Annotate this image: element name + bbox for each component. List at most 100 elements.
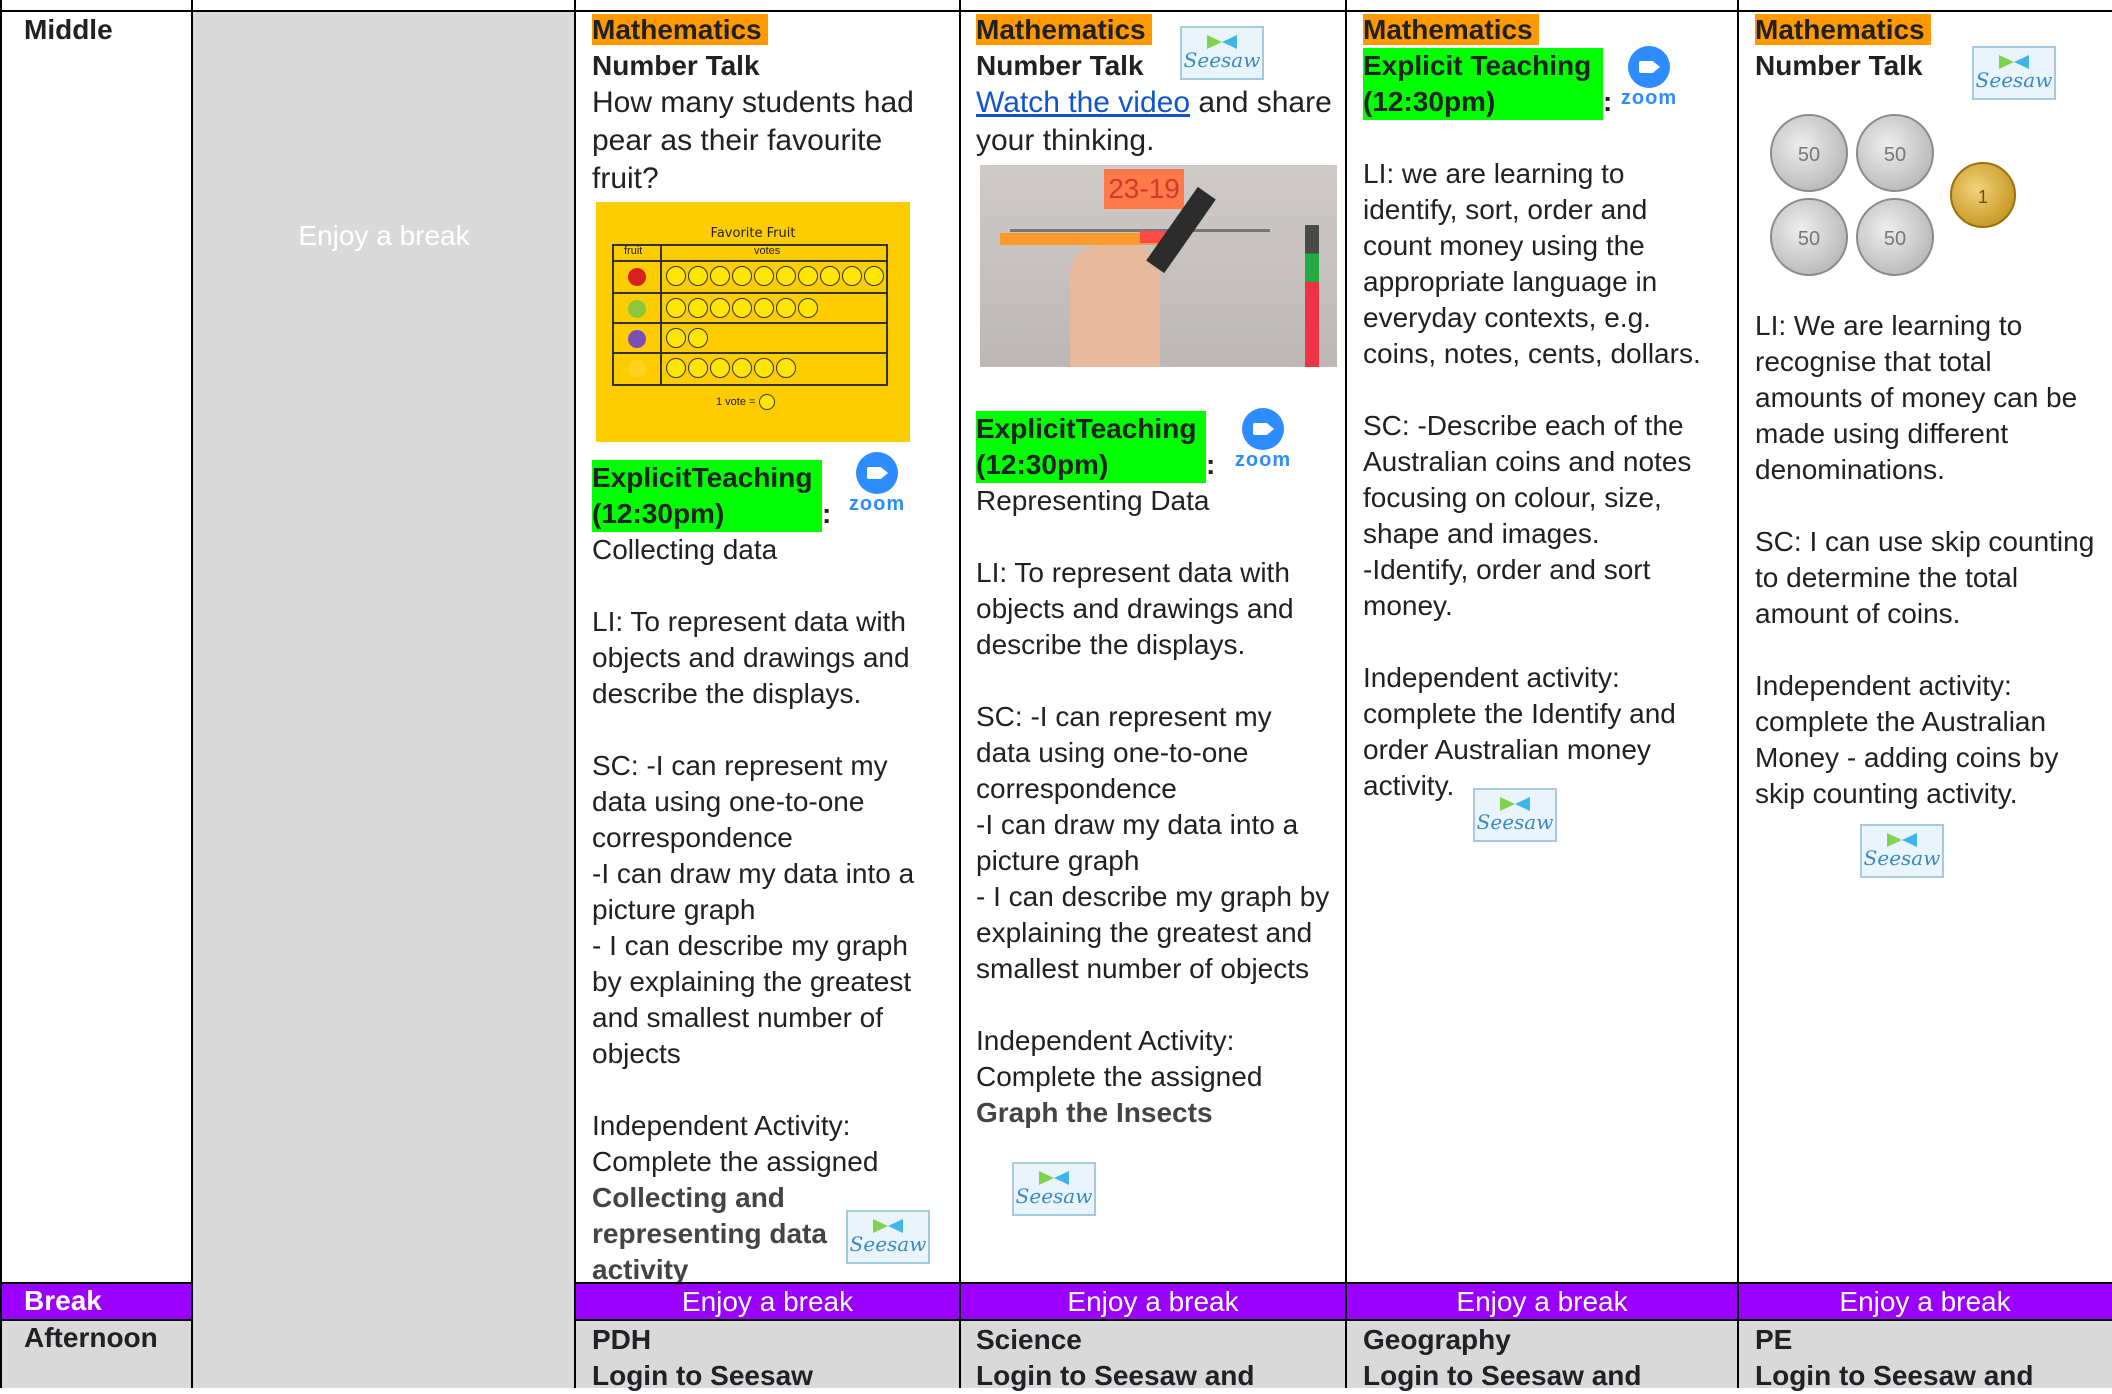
vote-smiley-icon	[820, 266, 840, 286]
chart-col-fruit: fruit	[624, 245, 643, 257]
break-text-thursday: Enjoy a break	[1839, 1286, 2011, 1317]
grid-line	[575, 1319, 2112, 1321]
tuesday-activity-name: Graph the Insects	[976, 1097, 1213, 1128]
coins-illustration: 50 50 50 50 1	[1770, 110, 2030, 290]
grey-column	[193, 10, 575, 1388]
seesaw-icon[interactable]: Seesaw	[846, 1210, 930, 1264]
fifty-cent-coin: 50	[1856, 114, 1934, 192]
row-label-break: Break	[24, 1285, 102, 1316]
tuesday-subject: Mathematics	[976, 14, 1152, 45]
vote-smiley-icon	[710, 266, 730, 286]
vote-smiley-icon	[688, 298, 708, 318]
vote-smiley-icon	[776, 266, 796, 286]
afternoon-wednesday: Geography Login to Seesaw and	[1363, 1322, 1733, 1394]
wednesday-cell: Mathematics Explicit Teaching (12:30pm):…	[1363, 0, 1723, 804]
pear-icon	[628, 300, 646, 318]
afternoon-monday-line2: Login to Seesaw	[592, 1360, 813, 1391]
vote-smiley-icon	[710, 358, 730, 378]
seesaw-icon[interactable]: Seesaw	[1180, 26, 1264, 80]
thursday-subject: Mathematics	[1755, 14, 1931, 45]
monday-number-talk: Number Talk	[592, 50, 760, 81]
fifty-cent-coin: 50	[1770, 114, 1848, 192]
vote-smiley-icon	[754, 298, 774, 318]
vote-smiley-icon	[666, 358, 686, 378]
grid-line	[0, 0, 2, 1388]
monday-topic: Collecting data	[592, 534, 778, 565]
tuesday-sc2: -I can draw my data into a picture graph	[976, 809, 1299, 876]
monday-sc3: - I can describe my graph by explaining …	[592, 930, 912, 1069]
chart-col-votes: votes	[754, 245, 781, 257]
zoom-icon[interactable]: zoom	[1228, 408, 1298, 470]
vote-smiley-icon	[732, 298, 752, 318]
afternoon-tuesday-subject: Science	[976, 1324, 1082, 1355]
thursday-cell-lower: LI: We are learning to recognise that to…	[1755, 296, 2105, 812]
chart-table: fruit votes	[612, 244, 888, 386]
apple-icon	[628, 268, 646, 286]
row-label-afternoon: Afternoon	[24, 1322, 158, 1353]
zoom-icon[interactable]: zoom	[842, 452, 912, 514]
monday-cell: Mathematics Number Talk How many student…	[592, 0, 942, 198]
grid-line	[1345, 0, 1347, 1388]
wednesday-explicit-colon: :	[1603, 86, 1613, 117]
monday-sc2: -I can draw my data into a picture graph	[592, 858, 915, 925]
seesaw-icon[interactable]: Seesaw	[1972, 46, 2056, 100]
grey-break-text: Enjoy a break	[298, 220, 470, 251]
monday-activity-name: Collecting and representing data activit…	[592, 1182, 827, 1285]
tuesday-independent: Independent Activity: Complete the assig…	[976, 1025, 1263, 1092]
monday-li: LI: To represent data with objects and d…	[592, 606, 910, 709]
seesaw-icon[interactable]: Seesaw	[1473, 788, 1557, 842]
break-text-wednesday: Enjoy a break	[1456, 1286, 1628, 1317]
thursday-independent: Independent activity: complete the Austr…	[1755, 670, 2059, 809]
vote-smiley-icon	[798, 298, 818, 318]
afternoon-thursday-subject: PE	[1755, 1324, 1793, 1355]
vote-smiley-icon	[732, 266, 752, 286]
hand	[1070, 245, 1160, 367]
smiley-icon	[759, 394, 776, 410]
one-dollar-coin: 1	[1950, 162, 2016, 228]
vote-smiley-icon	[732, 358, 752, 378]
seesaw-icon[interactable]: Seesaw	[1012, 1162, 1096, 1216]
tuesday-li: LI: To represent data with objects and d…	[976, 557, 1294, 660]
monday-question: How many students had pear as their favo…	[592, 86, 914, 195]
grid-line	[191, 0, 193, 1388]
grapes-icon	[628, 330, 646, 348]
seesaw-icon[interactable]: Seesaw	[1860, 824, 1944, 878]
afternoon-thursday: PE Login to Seesaw and	[1755, 1322, 2105, 1394]
row-label-middle: Middle	[24, 14, 113, 45]
chart-key: 1 vote =	[716, 394, 776, 410]
banana-icon	[628, 360, 646, 378]
tuesday-cell: Mathematics Number Talk Watch the video …	[976, 0, 1336, 160]
tuesday-topic: Representing Data	[976, 485, 1210, 516]
grid-line	[1737, 0, 1739, 1388]
cube-tower	[1305, 225, 1319, 367]
break-text-monday: Enjoy a break	[681, 1286, 854, 1317]
grid-line	[959, 0, 961, 1388]
wednesday-subject: Mathematics	[1363, 14, 1539, 45]
favourite-fruit-chart: Favorite Fruit fruit votes 1 vote =	[596, 202, 910, 442]
break-text-tuesday: Enjoy a break	[1067, 1286, 1239, 1317]
grid-line	[574, 0, 576, 1388]
watch-video-link[interactable]: Watch the video	[976, 86, 1190, 119]
monday-sc1: SC: -I can represent my data using one-t…	[592, 750, 888, 853]
afternoon-tuesday: Science Login to Seesaw and	[976, 1322, 1336, 1394]
vote-smiley-icon	[776, 358, 796, 378]
vote-smiley-icon	[688, 328, 708, 348]
chart-key-label: 1 vote =	[716, 396, 756, 408]
grid-line	[0, 1282, 193, 1284]
wednesday-explicit-label: Explicit Teaching (12:30pm)	[1363, 48, 1603, 120]
wednesday-sc: SC: -Describe each of the Australian coi…	[1363, 410, 1692, 549]
timetable-sheet: Middle Break Afternoon Enjoy a break Enj…	[0, 0, 2112, 1391]
grid-line	[0, 10, 2112, 12]
monday-cell-lower: ExplicitTeaching (12:30pm): Collecting d…	[592, 448, 942, 1288]
video-thumbnail[interactable]: 23-19	[980, 165, 1337, 367]
wednesday-sc2: -Identify, order and sort money.	[1363, 554, 1651, 621]
tuesday-explicit-colon: :	[1206, 449, 1216, 480]
afternoon-wednesday-subject: Geography	[1363, 1324, 1511, 1355]
zoom-icon[interactable]: zoom	[1614, 46, 1684, 108]
wednesday-independent: Independent activity: complete the Ident…	[1363, 662, 1676, 801]
monday-explicit-label: ExplicitTeaching (12:30pm)	[592, 460, 822, 532]
vote-smiley-icon	[798, 266, 818, 286]
video-board-label: 23-19	[1104, 169, 1184, 209]
tuesday-cell-lower: ExplicitTeaching (12:30pm): Representing…	[976, 399, 1331, 1131]
monday-subject: Mathematics	[592, 14, 768, 45]
